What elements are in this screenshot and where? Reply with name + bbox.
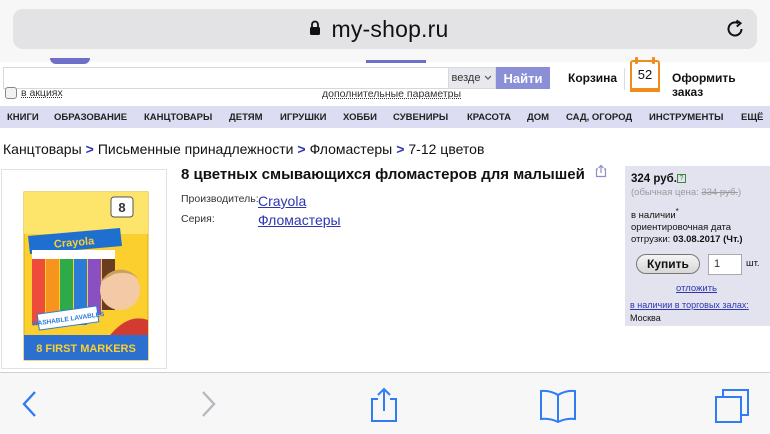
old-price-value: 334 руб. — [701, 187, 739, 198]
breadcrumb-separator: > — [297, 141, 306, 157]
divider — [624, 68, 625, 90]
address-url: my-shop.ru — [331, 15, 449, 42]
tabs-icon[interactable] — [712, 387, 752, 428]
delivery-label: отгрузки: — [631, 234, 671, 246]
promo-filter[interactable]: в акциях — [5, 87, 63, 99]
stock-note-mark: * — [675, 207, 679, 216]
calendar-number: 52 — [637, 67, 653, 82]
search-input[interactable] — [3, 67, 449, 89]
breadcrumb-separator: > — [396, 141, 405, 157]
stock-status: в наличии — [631, 210, 676, 222]
breadcrumb-item[interactable]: Письменные принадлежности — [98, 141, 294, 157]
search-scope-select[interactable]: везде — [448, 67, 496, 89]
breadcrumb-item[interactable]: Фломастеры — [310, 141, 393, 157]
share-icon[interactable] — [368, 387, 400, 428]
manufacturer-link[interactable]: Crayola — [258, 193, 306, 209]
nav-item-more[interactable]: ЕЩЁ — [741, 112, 763, 123]
product-image: 8 Crayola WASHABLE LAVABLES 8 FIRST MARK… — [23, 191, 149, 361]
cart-area: Корзина 52 Оформить заказ — [560, 57, 760, 99]
store-availability-label: в наличии в торговых залах — [630, 300, 747, 310]
advanced-search-link[interactable]: дополнительные параметры — [322, 88, 461, 100]
address-bar[interactable]: my-shop.ru — [13, 9, 757, 49]
nav-item-toys[interactable]: ИГРУШКИ — [280, 112, 327, 123]
bookmarks-icon[interactable] — [538, 387, 578, 428]
buy-button[interactable]: Купить — [636, 254, 700, 274]
quantity-unit: шт. — [746, 258, 760, 269]
search-button[interactable]: Найти — [496, 67, 550, 89]
cart-link[interactable]: Корзина — [568, 71, 617, 85]
package-count: 8 — [118, 200, 125, 215]
search-scope-label: везде — [451, 72, 481, 84]
nav-item-hobby[interactable]: ХОББИ — [343, 112, 377, 123]
store-city: Москва — [630, 313, 661, 323]
breadcrumb-item[interactable]: 7-12 цветов — [408, 141, 484, 157]
nav-item-garden[interactable]: САД, ОГОРОД — [566, 112, 632, 123]
forward-icon[interactable] — [196, 387, 220, 426]
lock-icon — [309, 20, 321, 41]
reload-icon[interactable] — [724, 18, 746, 45]
product-title: 8 цветных смывающихся фломастеров для ма… — [181, 166, 585, 183]
availability: в наличии* ориентировочная дата отгрузки… — [631, 206, 743, 246]
delivery-line1: ориентировочная дата — [631, 222, 732, 234]
share-icon[interactable] — [594, 164, 608, 183]
calendar-icon[interactable]: 52 — [630, 57, 660, 92]
nav-item-kids[interactable]: ДЕТЯМ — [229, 112, 263, 123]
price-panel: 324 руб. ? (обычная цена: 334 руб.) в на… — [625, 166, 770, 326]
old-price-label: (обычная цена: — [631, 187, 699, 198]
nav-item-stationery[interactable]: КАНЦТОВАРЫ — [144, 112, 212, 123]
promo-label: в акциях — [21, 87, 63, 99]
chevron-down-icon — [484, 72, 492, 84]
manufacturer-label: Производитель: — [181, 193, 259, 205]
series-label: Серия: — [181, 213, 215, 225]
nav-item-beauty[interactable]: КРАСОТА — [467, 112, 511, 123]
breadcrumb-item[interactable]: Канцтовары — [3, 141, 82, 157]
nav-item-souvenirs[interactable]: СУВЕНИРЫ — [393, 112, 448, 123]
package-caption: 8 FIRST MARKERS — [36, 343, 136, 355]
breadcrumb-separator: > — [85, 141, 94, 157]
old-price-close: ) — [738, 187, 742, 198]
delivery-date: 03.08.2017 (Чт.) — [672, 234, 743, 246]
nav-item-home[interactable]: ДОМ — [527, 112, 549, 123]
category-nav: КНИГИ ОБРАЗОВАНИЕ КАНЦТОВАРЫ ДЕТЯМ ИГРУШ… — [0, 106, 770, 128]
back-icon[interactable] — [18, 387, 42, 426]
store-availability-colon: : — [746, 300, 749, 310]
nav-item-books[interactable]: КНИГИ — [7, 112, 39, 123]
price-info-icon[interactable]: ? — [677, 174, 686, 183]
promo-checkbox[interactable] — [5, 87, 17, 99]
nav-item-tools[interactable]: ИНСТРУМЕНТЫ — [649, 112, 723, 123]
product-image-frame[interactable]: 8 Crayola WASHABLE LAVABLES 8 FIRST MARK… — [1, 169, 167, 369]
store-availability-link[interactable]: в наличии в торговых залах: — [630, 300, 749, 310]
quantity-input[interactable]: 1 — [708, 254, 742, 275]
browser-address-area: my-shop.ru — [0, 0, 770, 62]
checkout-link[interactable]: Оформить заказ — [672, 71, 760, 99]
browser-toolbar — [0, 372, 770, 434]
series-link[interactable]: Фломастеры — [258, 212, 341, 228]
nav-item-education[interactable]: ОБРАЗОВАНИЕ — [54, 112, 127, 123]
old-price: (обычная цена: 334 руб.) — [631, 187, 741, 198]
price: 324 руб. — [631, 173, 677, 185]
defer-link[interactable]: отложить — [676, 283, 717, 294]
breadcrumb: Канцтовары > Письменные принадлежности > Фло… — [3, 141, 484, 157]
